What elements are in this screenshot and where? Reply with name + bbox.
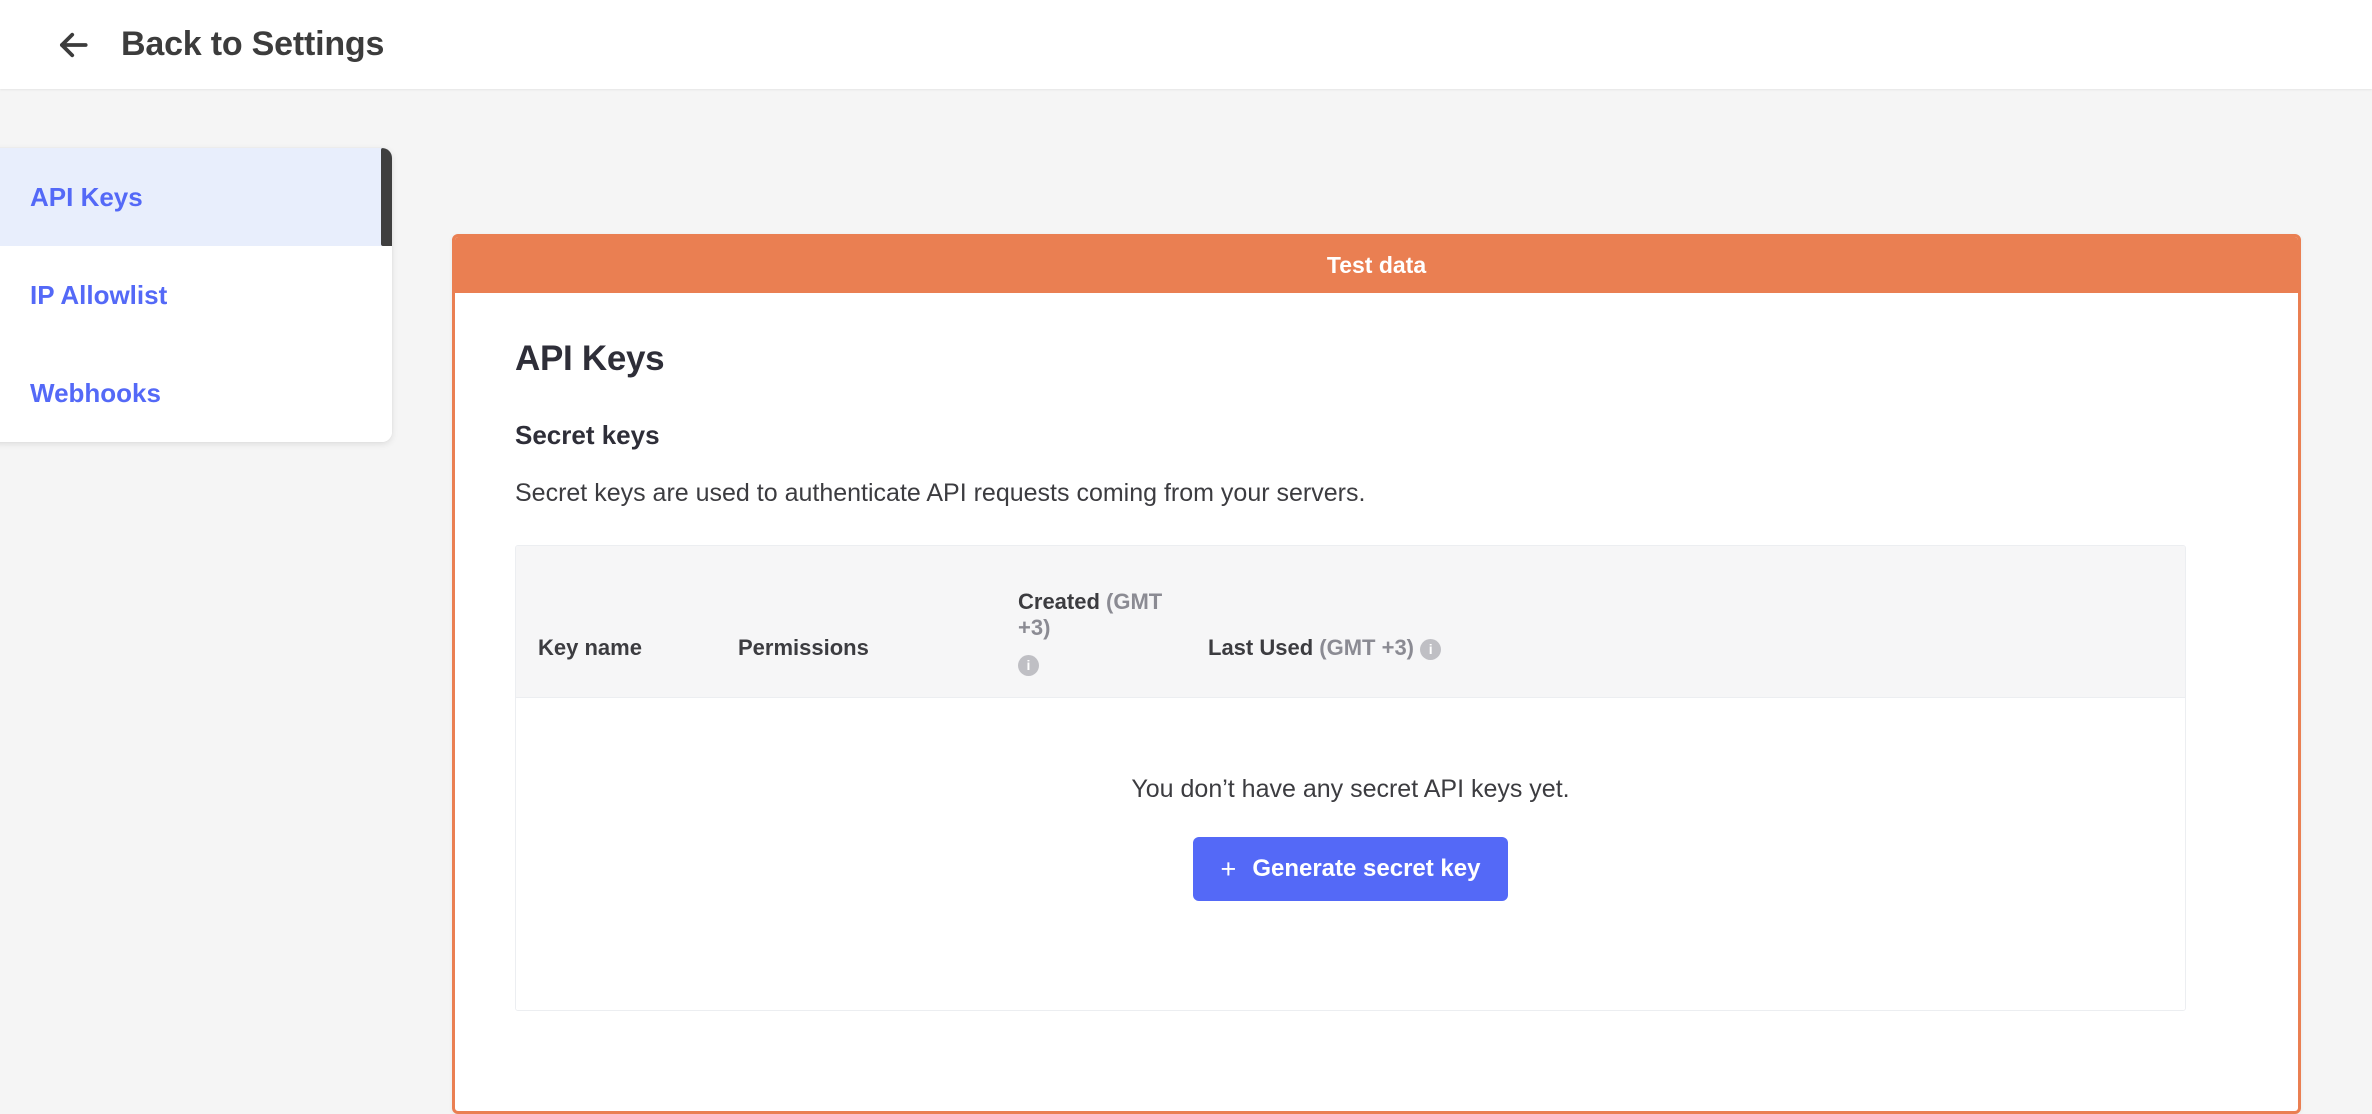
column-header-last-used: Last Used (GMT +3) i xyxy=(1208,635,1442,697)
settings-sidebar: API Keys IP Allowlist Webhooks xyxy=(0,148,392,442)
info-icon[interactable]: i xyxy=(1018,654,1039,676)
table-header-row: Key name Permissions Created (GMT +3) i … xyxy=(516,546,2185,698)
column-header-created: Created (GMT +3) i xyxy=(1018,589,1198,697)
page-title: API Keys xyxy=(515,339,665,378)
info-icon[interactable]: i xyxy=(1420,638,1442,660)
page-header-title: Back to Settings xyxy=(121,25,385,63)
empty-state-message: You don’t have any secret API keys yet. xyxy=(1131,775,1570,803)
sidebar-item-ip-allowlist[interactable]: IP Allowlist xyxy=(0,246,392,344)
column-header-label: Last Used xyxy=(1208,635,1314,660)
sidebar-item-label: Webhooks xyxy=(30,377,161,408)
section-title: Secret keys xyxy=(515,420,660,450)
column-header-timezone: (GMT +3) xyxy=(1319,635,1415,660)
table-body-empty-state: You don’t have any secret API keys yet. … xyxy=(516,698,2185,1010)
back-button[interactable] xyxy=(53,25,93,65)
section-description: Secret keys are used to authenticate API… xyxy=(515,479,1366,507)
column-header-permissions: Permissions xyxy=(738,635,869,697)
test-data-banner-label: Test data xyxy=(1326,251,1427,278)
created-info-row: i xyxy=(1018,651,1198,677)
card-body: API Keys Secret keys Secret keys are use… xyxy=(455,293,2298,1011)
sidebar-item-label: API Keys xyxy=(30,181,143,212)
sidebar-item-webhooks[interactable]: Webhooks xyxy=(0,344,392,442)
sidebar-item-label: IP Allowlist xyxy=(30,279,168,310)
column-header-key-name: Key name xyxy=(538,635,642,697)
column-header-label: Created xyxy=(1018,589,1100,614)
column-header-label: Key name xyxy=(538,635,642,660)
generate-secret-key-button[interactable]: + Generate secret key xyxy=(1192,837,1509,901)
top-bar: Back to Settings xyxy=(0,0,2372,89)
api-keys-card: Test data API Keys Secret keys Secret ke… xyxy=(452,234,2301,1114)
active-indicator-bar xyxy=(381,148,392,246)
arrow-left-icon xyxy=(54,26,92,64)
generate-secret-key-label: Generate secret key xyxy=(1252,855,1481,882)
sidebar-item-api-keys[interactable]: API Keys xyxy=(0,148,392,246)
secret-keys-table: Key name Permissions Created (GMT +3) i … xyxy=(515,545,2186,1011)
column-header-label: Permissions xyxy=(738,635,869,660)
test-data-banner: Test data xyxy=(455,237,2298,293)
plus-icon: + xyxy=(1220,853,1237,884)
